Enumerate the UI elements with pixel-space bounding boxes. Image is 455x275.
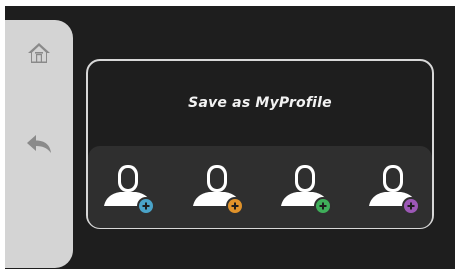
- sidebar: [5, 20, 73, 268]
- user-add-icon: [193, 165, 244, 215]
- back-arrow-icon: [27, 135, 51, 153]
- profile-tray: [88, 146, 432, 228]
- panel-title: Save as MyProfile: [188, 95, 332, 111]
- profile-slot-3[interactable]: [279, 162, 335, 218]
- user-add-icon: [104, 165, 155, 215]
- home-button[interactable]: [25, 39, 53, 67]
- back-button[interactable]: [25, 130, 53, 158]
- profile-slot-4[interactable]: [367, 162, 423, 218]
- screen: Save as MyProfile: [0, 0, 455, 275]
- profile-slot-2[interactable]: [191, 162, 247, 218]
- home-icon: [28, 43, 50, 63]
- user-add-icon: [281, 165, 332, 215]
- user-add-icon: [369, 165, 420, 215]
- profile-slot-1[interactable]: [102, 162, 158, 218]
